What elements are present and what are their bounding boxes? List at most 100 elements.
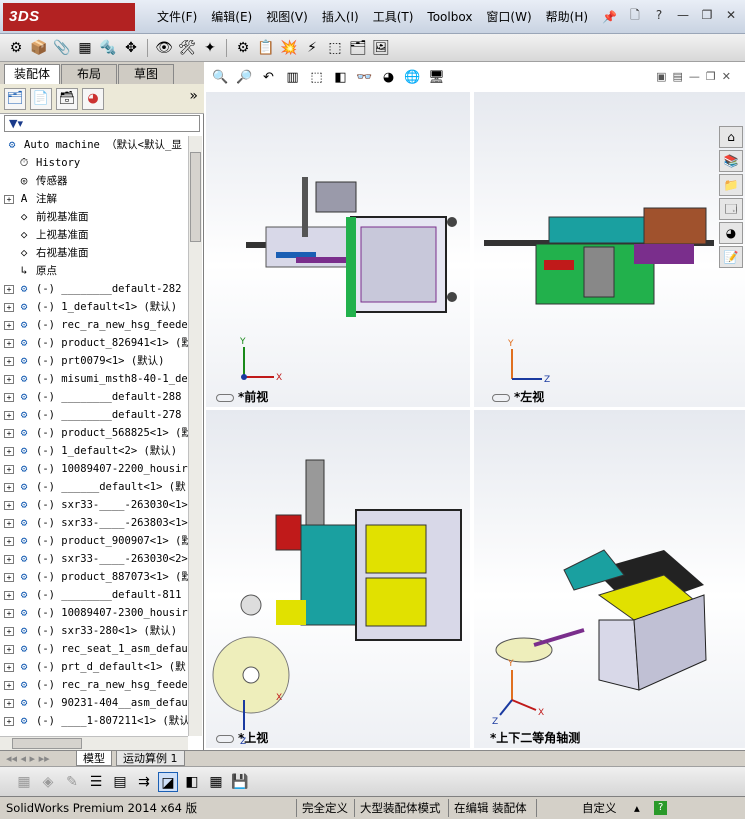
edit-appearance-icon[interactable]: ◕ — [378, 68, 399, 88]
feature-manager-icon[interactable]: 🗂 — [4, 87, 26, 110]
tree-item[interactable]: + ⚙ (-) rec_seat_1_asm_defau — [0, 640, 188, 658]
restore-view-icon[interactable]: ❐ — [706, 70, 716, 83]
tree-item[interactable]: + ⚙ (-) 10089407-2200_housir — [0, 460, 188, 478]
tab-motion-study[interactable]: 运动算例 1 — [116, 751, 185, 766]
move-component-icon[interactable]: ✥ — [121, 38, 141, 58]
smart-fasteners-icon[interactable]: 🔩 — [98, 38, 118, 58]
expand-icon[interactable]: + — [4, 428, 14, 438]
view-palette-icon[interactable]: 🗔 — [719, 198, 743, 220]
new-doc-icon[interactable]: 🗋 — [625, 6, 645, 24]
expand-icon[interactable]: + — [4, 284, 14, 294]
bill-of-materials-icon[interactable]: 📋 — [256, 38, 276, 58]
tree-root[interactable]: ⚙ Auto machine （默认<默认_显 — [0, 136, 188, 154]
expand-icon[interactable]: + — [4, 320, 14, 330]
tab-assembly[interactable]: 装配体 — [4, 64, 60, 84]
tree-item[interactable]: ↳ 原点 — [0, 262, 188, 280]
tree-item[interactable]: + ⚙ (-) sxr33-____-263030<1> — [0, 496, 188, 514]
assembly-features-icon[interactable]: 🛠 — [177, 38, 197, 58]
appearance-manager-icon[interactable]: ◕ — [82, 87, 104, 110]
expand-icon[interactable]: + — [4, 410, 14, 420]
tree-horizontal-scrollbar[interactable] — [0, 736, 188, 750]
tree-item[interactable]: + A 注解 — [0, 190, 188, 208]
menu-view[interactable]: 视图(V) — [259, 7, 315, 27]
tab-scroll-arrows[interactable]: ◂◂ ◂ ▸ ▸▸ — [0, 751, 56, 766]
expand-icon[interactable]: + — [4, 608, 14, 618]
restore-button[interactable]: ❐ — [697, 6, 717, 24]
minimize-view-icon[interactable]: — — [689, 70, 700, 83]
expand-icon[interactable]: + — [4, 338, 14, 348]
chevron-up-icon[interactable]: ▴ — [630, 799, 644, 817]
exploded-view-icon[interactable]: 💥 — [279, 38, 299, 58]
tree-item[interactable]: + ⚙ (-) 90231-404__asm_defau — [0, 694, 188, 712]
tree-item[interactable]: + ⚙ (-) sxr33-280<1> (默认) — [0, 622, 188, 640]
tree-item[interactable]: + ⚙ (-) ________default-278 — [0, 406, 188, 424]
tree-item[interactable]: + ⚙ (-) ________default-282 — [0, 280, 188, 298]
tree-item[interactable]: + ⚙ (-) ________default-811 — [0, 586, 188, 604]
expand-icon[interactable]: + — [4, 626, 14, 636]
expand-icon[interactable]: + — [4, 554, 14, 564]
pushpin-icon[interactable]: 📌 — [595, 7, 624, 27]
close-view-icon[interactable]: ✕ — [722, 70, 731, 83]
list-icon[interactable]: ☰ — [86, 772, 106, 792]
new-motion-study-icon[interactable]: ⚙ — [233, 38, 253, 58]
tree-item[interactable]: + ⚙ (-) product_900907<1> (默 — [0, 532, 188, 550]
expand-icon[interactable]: + — [4, 536, 14, 546]
reference-geometry-icon[interactable]: ✦ — [200, 38, 220, 58]
view-settings-icon[interactable]: 🖥 — [426, 68, 447, 88]
tab-sketch[interactable]: 草图 — [118, 64, 174, 84]
table-icon[interactable]: ▦ — [206, 772, 226, 792]
tree-item[interactable]: + ⚙ (-) ________default-288 — [0, 388, 188, 406]
tree-item[interactable]: + ⚙ (-) sxr33-____-263803<1> — [0, 514, 188, 532]
hide-show-icon[interactable]: 👓 — [354, 68, 375, 88]
tree-item[interactable]: + ⚙ (-) sxr33-____-263030<2> — [0, 550, 188, 568]
tree-item[interactable]: ◇ 右视基准面 — [0, 244, 188, 262]
tree-item[interactable]: + ⚙ (-) product_568825<1> (默 — [0, 424, 188, 442]
save-icon[interactable]: 💾 — [230, 772, 250, 792]
expand-icon[interactable]: + — [4, 392, 14, 402]
expand-icon[interactable]: + — [4, 446, 14, 456]
expand-icon[interactable]: + — [4, 716, 14, 726]
viewport-left[interactable]: Y Z *左视 — [474, 92, 745, 407]
animation-icon[interactable]: ✎ — [62, 772, 82, 792]
expand-icon[interactable]: + — [4, 644, 14, 654]
close-button[interactable]: ✕ — [721, 6, 741, 24]
chevron-right-icon[interactable]: » — [189, 88, 198, 104]
custom-properties-icon[interactable]: 📝 — [719, 246, 743, 268]
expand-icon[interactable]: + — [4, 698, 14, 708]
apply-scene-icon[interactable]: 🌐 — [402, 68, 423, 88]
tree-item[interactable]: + ⚙ (-) 1_default<2> (默认) — [0, 442, 188, 460]
expand-icon[interactable]: + — [4, 680, 14, 690]
tab-model[interactable]: 模型 — [76, 751, 112, 766]
calculate-icon[interactable]: ◈ — [38, 772, 58, 792]
single-view-icon[interactable]: ◪ — [158, 771, 178, 792]
home-icon[interactable]: ⌂ — [719, 126, 743, 148]
mate-icon[interactable]: 📎 — [52, 38, 72, 58]
insert-component-icon[interactable]: 📦 — [29, 38, 49, 58]
split-view-icon[interactable]: ▤ — [673, 70, 683, 83]
expand-icon[interactable]: + — [4, 482, 14, 492]
expand-icon[interactable]: + — [4, 590, 14, 600]
previous-view-icon[interactable]: ↶ — [258, 68, 279, 88]
menu-file[interactable]: 文件(F) — [150, 7, 204, 27]
tree-item[interactable]: ◇ 上视基准面 — [0, 226, 188, 244]
edit-component-icon[interactable]: ⚙ — [6, 38, 26, 58]
expand-icon[interactable]: + — [4, 464, 14, 474]
viewport-top[interactable]: Z X *上视 — [206, 410, 470, 748]
expand-icon[interactable]: + — [4, 194, 14, 204]
expand-icon[interactable]: + — [4, 302, 14, 312]
design-library-icon[interactable]: 📚 — [719, 150, 743, 172]
tree-item[interactable]: + ⚙ (-) misumi_msth8-40-1_de — [0, 370, 188, 388]
expand-icon[interactable]: + — [4, 356, 14, 366]
graphics-area[interactable]: 🔍 🔎 ↶ ▥ ⬚ ◧ 👓 ◕ 🌐 🖥 ▣ ▤ — ❐ ✕ Y X *前视 Y … — [204, 62, 745, 750]
tree-item[interactable]: + ⚙ (-) ____1-807211<1> (默认 — [0, 712, 188, 730]
expand-icon[interactable]: + — [4, 662, 14, 672]
help-status-icon[interactable]: ? — [654, 801, 668, 815]
show-hidden-icon[interactable]: 👁 — [154, 38, 174, 58]
speedpak-icon[interactable]: 🗂 — [348, 38, 368, 58]
property-manager-icon[interactable]: 📄 — [30, 87, 52, 110]
tree-item[interactable]: + ⚙ (-) prt_d_default<1> (默 — [0, 658, 188, 676]
expand-icon[interactable]: + — [4, 572, 14, 582]
help-icon[interactable]: ? — [649, 6, 669, 24]
tree-item[interactable]: ◇ 前视基准面 — [0, 208, 188, 226]
menu-toolbox[interactable]: Toolbox — [420, 7, 479, 27]
